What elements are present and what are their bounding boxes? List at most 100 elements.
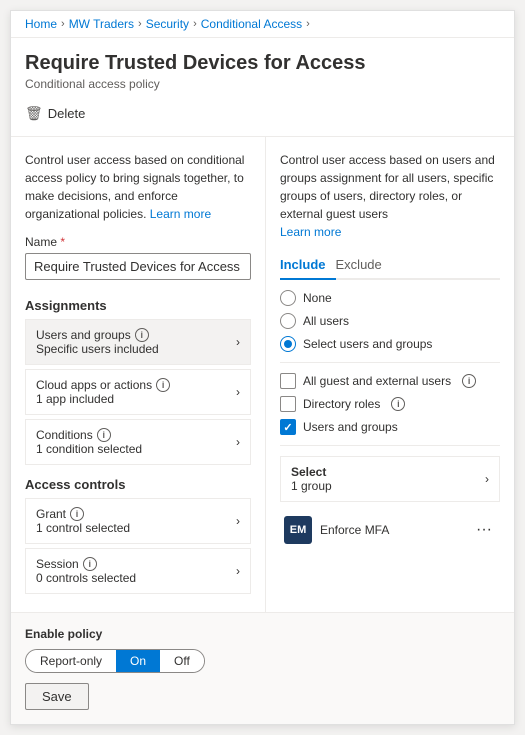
required-marker: * — [60, 235, 65, 249]
session-item[interactable]: Session i 0 controls selected › — [25, 548, 251, 594]
right-learn-more-link[interactable]: Learn more — [280, 225, 341, 239]
checkbox-guest-info-icon: i — [462, 374, 476, 388]
cloud-apps-info-icon: i — [156, 378, 170, 392]
grant-left: Grant i 1 control selected — [36, 507, 228, 535]
breadcrumb-home[interactable]: Home — [25, 17, 57, 31]
checkbox-directory[interactable]: Directory roles i — [280, 396, 500, 412]
session-info-icon: i — [83, 557, 97, 571]
name-field-label: Name * — [25, 235, 251, 249]
grant-item[interactable]: Grant i 1 control selected › — [25, 498, 251, 544]
page-container: Home › MW Traders › Security › Condition… — [10, 10, 515, 725]
radio-none-circle — [280, 290, 296, 306]
page-subtitle: Conditional access policy — [25, 77, 500, 91]
radio-all-users-label: All users — [303, 314, 349, 328]
cloud-apps-chevron-icon: › — [236, 385, 240, 399]
checkbox-guest-label: All guest and external users — [303, 374, 451, 388]
cloud-apps-title: Cloud apps or actions i — [36, 378, 228, 392]
right-description: Control user access based on users and g… — [280, 151, 500, 241]
radio-none[interactable]: None — [280, 290, 500, 306]
breadcrumb-conditional-access[interactable]: Conditional Access — [201, 17, 302, 31]
conditions-left: Conditions i 1 condition selected — [36, 428, 228, 456]
cloud-apps-left: Cloud apps or actions i 1 app included — [36, 378, 228, 406]
group-ellipsis-button[interactable]: ··· — [472, 521, 496, 539]
bottom-section: Enable policy Report-only On Off Save — [11, 612, 514, 724]
checkbox-directory-label: Directory roles — [303, 397, 380, 411]
checkbox-users-groups-label: Users and groups — [303, 420, 398, 434]
delete-icon: 🗑 — [25, 105, 43, 122]
right-panel: Control user access based on users and g… — [266, 137, 514, 612]
checkbox-directory-info-icon: i — [391, 397, 405, 411]
conditions-item[interactable]: Conditions i 1 condition selected › — [25, 419, 251, 465]
select-row-left: Select 1 group — [291, 465, 332, 493]
users-groups-left: Users and groups i Specific users includ… — [36, 328, 228, 356]
cloud-apps-item[interactable]: Cloud apps or actions i 1 app included › — [25, 369, 251, 415]
assignments-header: Assignments — [25, 298, 251, 313]
delete-button[interactable]: 🗑 Delete — [25, 101, 85, 126]
select-label: Select — [291, 465, 332, 479]
tab-include[interactable]: Include — [280, 251, 336, 280]
name-input[interactable] — [25, 253, 251, 280]
breadcrumb-sep-2: › — [138, 18, 142, 30]
toggle-group: Report-only On Off — [25, 649, 205, 673]
cloud-apps-value: 1 app included — [36, 392, 228, 406]
tab-exclude[interactable]: Exclude — [336, 251, 392, 280]
group-item: EM Enforce MFA ··· — [280, 510, 500, 550]
conditions-title: Conditions i — [36, 428, 228, 442]
users-groups-item[interactable]: Users and groups i Specific users includ… — [25, 319, 251, 365]
access-controls-header: Access controls — [25, 477, 251, 492]
users-groups-chevron-icon: › — [236, 335, 240, 349]
conditions-value: 1 condition selected — [36, 442, 228, 456]
radio-none-label: None — [303, 291, 332, 305]
left-learn-more-link[interactable]: Learn more — [150, 207, 211, 221]
group-avatar: EM — [284, 516, 312, 544]
radio-all-users-circle — [280, 313, 296, 329]
divider-1 — [280, 362, 500, 363]
main-content: Control user access based on conditional… — [11, 137, 514, 612]
save-button[interactable]: Save — [25, 683, 89, 710]
tabs-container: Include Exclude — [280, 251, 500, 280]
select-value: 1 group — [291, 479, 332, 493]
checkbox-users-groups-box — [280, 419, 296, 435]
delete-label: Delete — [48, 106, 86, 121]
session-value: 0 controls selected — [36, 571, 228, 585]
breadcrumb-sep-1: › — [61, 18, 65, 30]
breadcrumb-sep-3: › — [193, 18, 197, 30]
page-title: Require Trusted Devices for Access — [25, 52, 500, 75]
checkbox-guest[interactable]: All guest and external users i — [280, 373, 500, 389]
select-chevron-icon: › — [485, 472, 489, 486]
grant-value: 1 control selected — [36, 521, 228, 535]
users-groups-title: Users and groups i — [36, 328, 228, 342]
breadcrumb: Home › MW Traders › Security › Condition… — [11, 11, 514, 38]
breadcrumb-mwtraders[interactable]: MW Traders — [69, 17, 134, 31]
breadcrumb-sep-4: › — [306, 18, 310, 30]
group-name: Enforce MFA — [320, 523, 464, 537]
checkbox-directory-box — [280, 396, 296, 412]
grant-title: Grant i — [36, 507, 228, 521]
grant-info-icon: i — [70, 507, 84, 521]
toggle-on[interactable]: On — [116, 650, 160, 672]
select-row[interactable]: Select 1 group › — [280, 456, 500, 502]
left-panel: Control user access based on conditional… — [11, 137, 266, 612]
session-left: Session i 0 controls selected — [36, 557, 228, 585]
radio-group: None All users Select users and groups — [280, 290, 500, 352]
checkbox-users-groups[interactable]: Users and groups — [280, 419, 500, 435]
toggle-report-only[interactable]: Report-only — [26, 650, 116, 672]
radio-all-users[interactable]: All users — [280, 313, 500, 329]
toggle-off[interactable]: Off — [160, 650, 204, 672]
users-groups-value: Specific users included — [36, 342, 228, 356]
left-description: Control user access based on conditional… — [25, 151, 251, 223]
checkbox-guest-box — [280, 373, 296, 389]
conditions-chevron-icon: › — [236, 435, 240, 449]
divider-2 — [280, 445, 500, 446]
enable-policy-label: Enable policy — [25, 627, 500, 641]
users-groups-info-icon: i — [135, 328, 149, 342]
session-chevron-icon: › — [236, 564, 240, 578]
conditions-info-icon: i — [97, 428, 111, 442]
radio-select-users-circle — [280, 336, 296, 352]
breadcrumb-security[interactable]: Security — [146, 17, 189, 31]
radio-select-users[interactable]: Select users and groups — [280, 336, 500, 352]
grant-chevron-icon: › — [236, 514, 240, 528]
session-title: Session i — [36, 557, 228, 571]
header-section: Require Trusted Devices for Access Condi… — [11, 38, 514, 137]
radio-select-users-label: Select users and groups — [303, 337, 432, 351]
